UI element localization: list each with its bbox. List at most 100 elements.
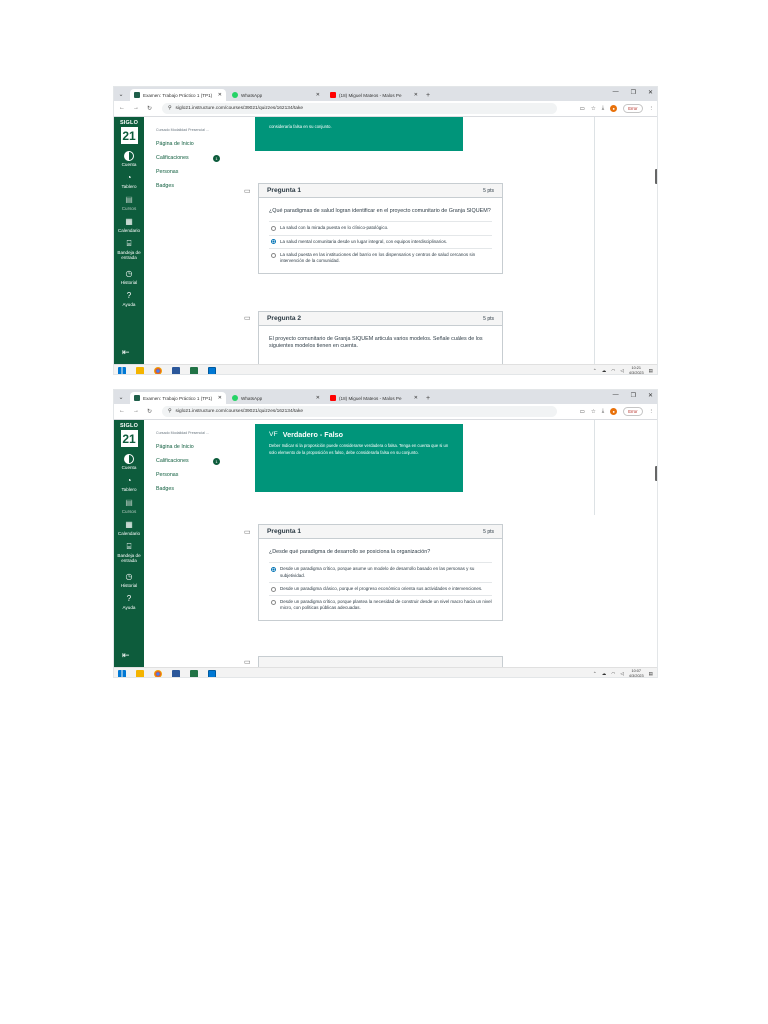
word-icon[interactable]: [172, 366, 180, 374]
flag-question-icon[interactable]: ▭: [244, 314, 251, 322]
install-app-icon[interactable]: ▭: [580, 409, 585, 415]
menu-kebab-icon[interactable]: ⋮: [649, 106, 655, 112]
course-nav-calificaciones[interactable]: Calificaciones: [156, 155, 189, 161]
gnav-item-ayuda[interactable]: ? Ayuda: [114, 291, 144, 307]
answer-option[interactable]: La salud mental comunitaria desde un lug…: [269, 234, 492, 248]
browser-tab-exam[interactable]: Examen: Trabajo Práctico 1 (TP1) ✕: [130, 89, 226, 101]
bookmark-star-icon[interactable]: ☆: [591, 409, 596, 415]
url-bar[interactable]: ⚲ siglo21.instructure.com/courses/39021/…: [162, 406, 558, 417]
answer-option[interactable]: Desde un paradigma crítico, porque asume…: [269, 562, 492, 581]
clock[interactable]: 10:07 4/3/2023: [629, 669, 644, 677]
tab-search-icon[interactable]: ⌄: [114, 390, 128, 404]
scrollbar-thumb[interactable]: [655, 466, 657, 481]
gnav-item-bandeja[interactable]: ⌸ Bandeja de entrada: [114, 239, 144, 260]
wifi-icon[interactable]: ◠: [611, 671, 615, 677]
siglo21-logo[interactable]: SIGLO 21: [118, 423, 140, 451]
windows-start-icon[interactable]: [118, 669, 126, 677]
flag-question-icon[interactable]: ▭: [244, 528, 251, 536]
collapse-nav-icon[interactable]: ⇤: [122, 650, 130, 661]
error-button[interactable]: Error: [623, 104, 643, 113]
url-bar[interactable]: ⚲ siglo21.instructure.com/courses/39021/…: [162, 103, 558, 114]
error-button[interactable]: Error: [623, 407, 643, 416]
gnav-item-historial[interactable]: ◷ Historial: [114, 572, 144, 588]
siglo21-logo[interactable]: SIGLO 21: [118, 120, 140, 148]
back-icon[interactable]: ←: [119, 105, 125, 112]
answer-option[interactable]: La salud con la mirada puesta en lo clín…: [269, 221, 492, 234]
course-nav-calificaciones[interactable]: Calificaciones: [156, 458, 189, 464]
radio-button-selected[interactable]: [271, 567, 276, 573]
course-nav-badges[interactable]: Badges: [156, 486, 174, 492]
radio-button[interactable]: [271, 586, 276, 592]
notification-icon[interactable]: ▤: [649, 671, 653, 677]
radio-button[interactable]: [271, 226, 276, 232]
reload-icon[interactable]: ↻: [147, 105, 152, 112]
reload-icon[interactable]: ↻: [147, 408, 152, 415]
browser-tab-whatsapp[interactable]: WhatsApp ✕: [228, 392, 324, 404]
radio-button[interactable]: [271, 599, 276, 605]
close-icon[interactable]: ✕: [316, 395, 320, 401]
gnav-item-historial[interactable]: ◷ Historial: [114, 269, 144, 285]
close-icon[interactable]: ✕: [316, 92, 320, 98]
course-nav-inicio[interactable]: Página de Inicio: [156, 141, 194, 147]
gnav-item-cursos[interactable]: ▤ Cursos: [114, 498, 144, 514]
gnav-item-ayuda[interactable]: ? Ayuda: [114, 594, 144, 610]
forward-icon[interactable]: →: [133, 408, 139, 415]
outlook-icon[interactable]: [208, 366, 216, 374]
close-window-icon[interactable]: ✕: [648, 392, 653, 399]
close-window-icon[interactable]: ✕: [648, 89, 653, 96]
new-tab-button[interactable]: +: [426, 89, 430, 101]
radio-button-selected[interactable]: [271, 239, 276, 245]
gnav-item-cuenta[interactable]: Cuenta: [114, 151, 144, 167]
chrome-icon[interactable]: [154, 669, 162, 677]
menu-kebab-icon[interactable]: ⋮: [649, 409, 655, 415]
flag-question-icon[interactable]: ▭: [244, 187, 251, 195]
word-icon[interactable]: [172, 669, 180, 677]
gnav-item-tablero[interactable]: ◔ Tablero: [114, 173, 144, 189]
profile-avatar[interactable]: ●: [610, 408, 618, 415]
tab-search-icon[interactable]: ⌄: [114, 87, 128, 101]
course-nav-badges[interactable]: Badges: [156, 183, 174, 189]
browser-tab-youtube[interactable]: (18) Miguel Mateos - Malos Pe ✕: [326, 392, 422, 404]
close-icon[interactable]: ✕: [218, 92, 222, 98]
course-nav-inicio[interactable]: Página de Inicio: [156, 444, 194, 450]
clock[interactable]: 10:21 4/3/2023: [629, 366, 644, 374]
onedrive-icon[interactable]: ☁: [602, 368, 607, 374]
gnav-item-bandeja[interactable]: ⌸ Bandeja de entrada: [114, 542, 144, 563]
minimize-icon[interactable]: —: [613, 392, 619, 399]
profile-avatar[interactable]: ●: [610, 105, 618, 112]
answer-option[interactable]: La salud puesta en las instituciones del…: [269, 247, 492, 267]
windows-start-icon[interactable]: [118, 366, 126, 374]
browser-tab-youtube[interactable]: (18) Miguel Mateos - Malos Pe ✕: [326, 89, 422, 101]
answer-option[interactable]: Desde un paradigma crítico, porque plant…: [269, 595, 492, 614]
gnav-item-cuenta[interactable]: Cuenta: [114, 454, 144, 470]
install-app-icon[interactable]: ▭: [580, 106, 585, 112]
site-info-icon[interactable]: ⚲: [168, 106, 172, 111]
forward-icon[interactable]: →: [133, 105, 139, 112]
gnav-item-cursos[interactable]: ▤ Cursos: [114, 195, 144, 211]
close-icon[interactable]: ✕: [218, 395, 222, 401]
minimize-icon[interactable]: —: [613, 89, 619, 96]
onedrive-icon[interactable]: ☁: [602, 671, 607, 677]
browser-tab-exam[interactable]: Examen: Trabajo Práctico 1 (TP1) ✕: [130, 392, 226, 404]
outlook-icon[interactable]: [208, 669, 216, 677]
restore-icon[interactable]: ❐: [631, 89, 636, 96]
chevron-up-icon[interactable]: ⌃: [593, 671, 597, 677]
site-info-icon[interactable]: ⚲: [168, 409, 172, 414]
gnav-item-calendario[interactable]: ▦ Calendario: [114, 217, 144, 233]
download-icon[interactable]: ⤓: [602, 105, 604, 112]
file-explorer-icon[interactable]: [136, 366, 144, 374]
close-icon[interactable]: ✕: [414, 92, 418, 98]
gnav-item-tablero[interactable]: ◔ Tablero: [114, 476, 144, 492]
gnav-item-calendario[interactable]: ▦ Calendario: [114, 520, 144, 536]
chrome-icon[interactable]: [154, 366, 162, 374]
course-nav-personas[interactable]: Personas: [156, 472, 178, 478]
download-icon[interactable]: ⤓: [602, 408, 604, 415]
bookmark-star-icon[interactable]: ☆: [591, 106, 596, 112]
course-nav-personas[interactable]: Personas: [156, 169, 178, 175]
restore-icon[interactable]: ❐: [631, 392, 636, 399]
excel-icon[interactable]: [190, 669, 198, 677]
radio-button[interactable]: [271, 252, 276, 258]
wifi-icon[interactable]: ◠: [611, 368, 615, 374]
volume-icon[interactable]: ◁: [620, 368, 624, 374]
volume-icon[interactable]: ◁: [620, 671, 624, 677]
